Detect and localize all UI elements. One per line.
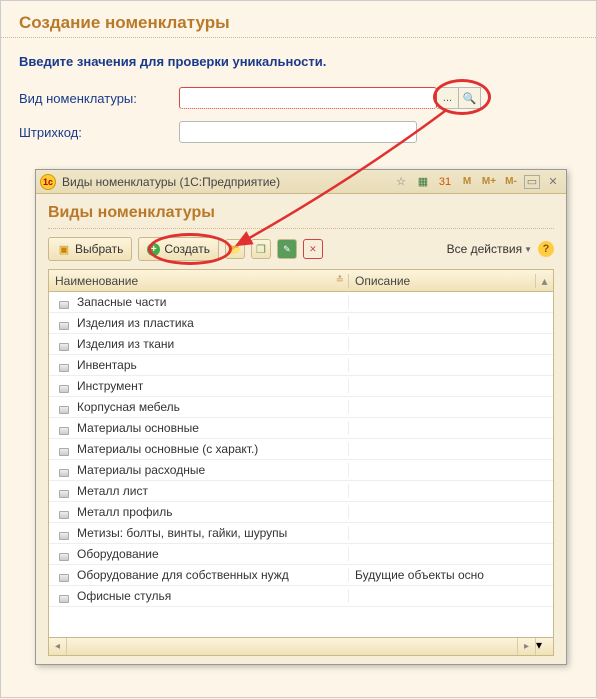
help-button[interactable]: ? xyxy=(538,241,554,257)
type-label: Вид номенклатуры: xyxy=(19,91,179,106)
memory-mminus-button[interactable]: M- xyxy=(502,173,520,191)
copy-button[interactable]: ❐ xyxy=(251,239,271,259)
scroll-right-button[interactable]: ▸ xyxy=(517,638,535,655)
scroll-up-button[interactable]: ▴ xyxy=(535,274,553,288)
magnifier-icon: 🔍 xyxy=(463,92,477,105)
all-actions-dropdown[interactable]: Все действия ▼ xyxy=(447,242,532,256)
cell-name: Инструмент xyxy=(49,379,349,393)
cell-name: Запасные части xyxy=(49,295,349,309)
delete-button[interactable]: ✕ xyxy=(303,239,323,259)
cell-name: Оборудование xyxy=(49,547,349,561)
cell-name: Материалы расходные xyxy=(49,463,349,477)
chevron-down-icon: ▼ xyxy=(524,245,532,254)
select-button-label: Выбрать xyxy=(75,242,123,256)
form-row-barcode: Штрихкод: xyxy=(1,117,596,147)
item-icon xyxy=(59,322,69,330)
cursor-icon: ▣ xyxy=(57,242,71,256)
item-icon xyxy=(59,469,69,477)
page-title: Создание номенклатуры xyxy=(1,1,596,38)
scroll-track[interactable] xyxy=(67,638,517,655)
item-icon xyxy=(59,406,69,414)
table-row[interactable]: Корпусная мебель xyxy=(49,397,553,418)
type-ellipsis-button[interactable]: ... xyxy=(437,87,459,109)
plus-icon: + xyxy=(147,243,160,256)
dialog-titlebar[interactable]: 1c Виды номенклатуры (1С:Предприятие) ☆ … xyxy=(36,170,566,194)
item-icon xyxy=(59,574,69,582)
close-button[interactable]: ✕ xyxy=(544,173,562,191)
dialog-window-title: Виды номенклатуры (1С:Предприятие) xyxy=(62,175,392,189)
table-row[interactable]: Металл лист xyxy=(49,481,553,502)
barcode-input[interactable] xyxy=(179,121,417,143)
table-row[interactable]: Оборудование для собственных нуждБудущие… xyxy=(49,565,553,586)
instruction-text: Введите значения для проверки уникальнос… xyxy=(1,48,596,83)
item-icon xyxy=(59,301,69,309)
form-row-type: Вид номенклатуры: ... 🔍 xyxy=(1,83,596,113)
type-search-button[interactable]: 🔍 xyxy=(459,87,481,109)
table-row[interactable]: Метизы: болты, винты, гайки, шурупы xyxy=(49,523,553,544)
column-name-label: Наименование xyxy=(55,274,138,288)
maximize-button[interactable]: ▭ xyxy=(524,175,540,189)
table-row[interactable]: Материалы расходные xyxy=(49,460,553,481)
types-table: Наименование ≛ Описание ▴ Запасные части… xyxy=(48,269,554,656)
cell-desc: Будущие объекты осно xyxy=(349,568,553,582)
cell-name: Металл лист xyxy=(49,484,349,498)
table-row[interactable]: Материалы основные (с характ.) xyxy=(49,439,553,460)
cell-name: Материалы основные xyxy=(49,421,349,435)
cell-name: Метизы: болты, винты, гайки, шурупы xyxy=(49,526,349,540)
item-icon xyxy=(59,553,69,561)
cell-name: Оборудование для собственных нужд xyxy=(49,568,349,582)
item-icon xyxy=(59,490,69,498)
type-input[interactable] xyxy=(179,87,437,109)
create-button[interactable]: + Создать xyxy=(138,237,219,261)
item-icon xyxy=(59,427,69,435)
column-header-desc[interactable]: Описание xyxy=(349,274,535,288)
column-header-name[interactable]: Наименование ≛ xyxy=(49,274,349,288)
table-row[interactable]: Изделия из ткани xyxy=(49,334,553,355)
calendar-icon[interactable]: 31 xyxy=(436,173,454,191)
new-folder-button[interactable]: 📂 xyxy=(225,239,245,259)
cell-name: Офисные стулья xyxy=(49,589,349,603)
select-button[interactable]: ▣ Выбрать xyxy=(48,237,132,261)
table-row[interactable]: Инвентарь xyxy=(49,355,553,376)
cell-name: Изделия из пластика xyxy=(49,316,349,330)
item-icon xyxy=(59,511,69,519)
memory-m-button[interactable]: M xyxy=(458,173,476,191)
cell-name: Металл профиль xyxy=(49,505,349,519)
item-icon xyxy=(59,448,69,456)
star-icon[interactable]: ☆ xyxy=(392,173,410,191)
table-row[interactable]: Оборудование xyxy=(49,544,553,565)
item-icon xyxy=(59,343,69,351)
all-actions-label: Все действия xyxy=(447,242,522,256)
item-icon xyxy=(59,532,69,540)
table-row[interactable]: Офисные стулья xyxy=(49,586,553,607)
sort-icon: ≛ xyxy=(336,275,344,286)
dialog-heading: Виды номенклатуры xyxy=(48,204,554,229)
scroll-down-button[interactable]: ▾ xyxy=(535,638,553,655)
cell-name: Изделия из ткани xyxy=(49,337,349,351)
table-row[interactable]: Материалы основные xyxy=(49,418,553,439)
cell-name: Инвентарь xyxy=(49,358,349,372)
app-icon: 1c xyxy=(40,174,56,190)
table-row[interactable]: Изделия из пластика xyxy=(49,313,553,334)
dialog-toolbar: ▣ Выбрать + Создать 📂 ❐ ✎ ✕ Все действия… xyxy=(48,237,554,261)
cell-name: Корпусная мебель xyxy=(49,400,349,414)
table-body: Запасные части Изделия из пластика Изделия… xyxy=(49,292,553,637)
table-row[interactable]: Запасные части xyxy=(49,292,553,313)
item-icon xyxy=(59,595,69,603)
cell-name: Материалы основные (с характ.) xyxy=(49,442,349,456)
scroll-left-button[interactable]: ◂ xyxy=(49,638,67,655)
table-header: Наименование ≛ Описание ▴ xyxy=(49,270,553,292)
barcode-label: Штрихкод: xyxy=(19,125,179,140)
memory-mplus-button[interactable]: M+ xyxy=(480,173,498,191)
table-footer: ◂ ▸ ▾ xyxy=(49,637,553,655)
item-icon xyxy=(59,385,69,393)
table-row[interactable]: Металл профиль xyxy=(49,502,553,523)
edit-button[interactable]: ✎ xyxy=(277,239,297,259)
types-dialog: 1c Виды номенклатуры (1С:Предприятие) ☆ … xyxy=(35,169,567,665)
table-row[interactable]: Инструмент xyxy=(49,376,553,397)
item-icon xyxy=(59,364,69,372)
create-button-label: Создать xyxy=(164,242,210,256)
calculator-icon[interactable]: ▦ xyxy=(414,173,432,191)
